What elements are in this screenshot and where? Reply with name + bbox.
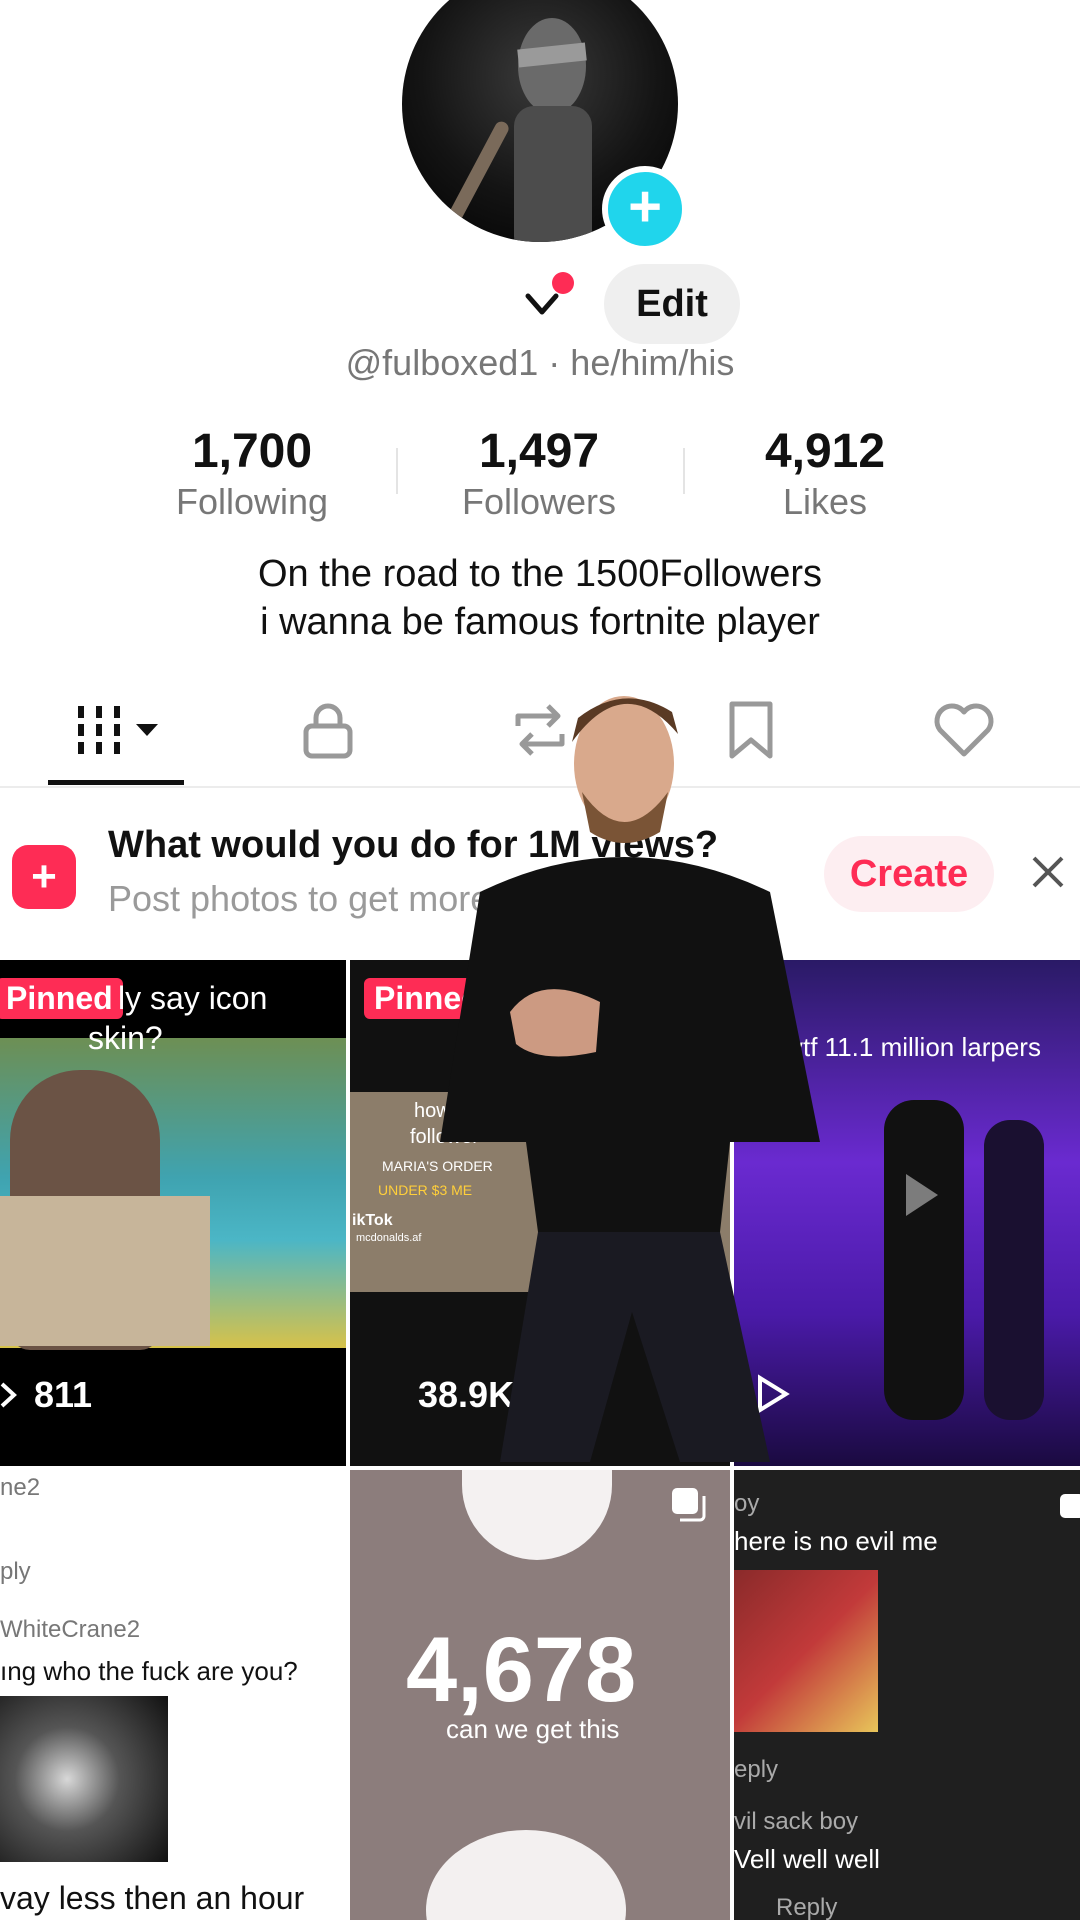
reply-link: Reply	[776, 1894, 838, 1920]
view-count: 811	[34, 1374, 93, 1415]
comment-text: here is no evil me	[734, 1526, 938, 1556]
reply-link: ply	[0, 1558, 31, 1585]
reply-link: eply	[734, 1756, 779, 1783]
comment-text: vay less then an hour	[0, 1880, 305, 1916]
comment-image	[734, 1570, 878, 1732]
multi-photo-icon	[1060, 1494, 1080, 1518]
username-pronouns: @fulboxed1 · he/him/his	[345, 342, 735, 383]
stat-divider	[683, 448, 685, 494]
bio-line: On the road to the 1500Followers	[257, 553, 822, 595]
stat-value: 4,912	[764, 425, 886, 478]
video-thumbnail-6[interactable]: oy here is no evil me eply vil sack boy …	[734, 1470, 1080, 1920]
grid-icon	[78, 706, 158, 754]
stat-label: Following	[175, 481, 329, 522]
profile-bio: On the road to the 1500Followers i wanna…	[0, 550, 1080, 646]
comment-text: ıng who the fuck are you?	[0, 1656, 298, 1686]
blob-shape	[426, 1830, 626, 1920]
comment-text: Vell well well	[734, 1844, 880, 1874]
active-tab-indicator	[48, 780, 184, 785]
comment-username: ne2	[0, 1474, 41, 1501]
close-icon[interactable]	[1026, 850, 1070, 894]
heart-icon	[934, 703, 994, 757]
thumbnail-person	[884, 1100, 964, 1420]
thumbnail-caption: can we get this	[446, 1714, 620, 1744]
stat-divider	[396, 448, 398, 494]
comment-image	[0, 1696, 168, 1862]
create-plus-icon: +	[12, 845, 76, 909]
video-thumbnail-4[interactable]: ne2 ply WhiteCrane2 ıng who the fuck are…	[0, 1470, 346, 1920]
stat-following[interactable]: 1,700 Following	[127, 424, 377, 524]
overlay-person-sticker	[440, 696, 820, 1462]
comment-username: oy	[734, 1490, 760, 1517]
stat-label: Likes	[782, 481, 868, 522]
stat-value: 1,497	[478, 425, 600, 478]
comment-username: WhiteCrane2	[0, 1616, 141, 1643]
stat-value: 1,700	[191, 425, 313, 478]
thumbnail-caption: ly say icon	[118, 980, 268, 1016]
play-icon	[0, 1382, 17, 1408]
thumbnail-caption: skin?	[88, 1020, 163, 1056]
stat-likes[interactable]: 4,912 Likes	[700, 424, 950, 524]
stat-label: Followers	[461, 481, 617, 522]
pinned-badge: Pinned	[0, 978, 123, 1019]
edit-profile-button[interactable]: Edit	[604, 264, 740, 344]
add-story-button[interactable]: +	[602, 166, 688, 252]
comment-username: vil sack boy	[734, 1808, 859, 1835]
play-icon	[906, 1174, 938, 1216]
like-count-overlay: 4,678	[406, 1619, 637, 1721]
tab-liked[interactable]	[932, 700, 1052, 760]
tab-videos[interactable]	[72, 700, 192, 760]
video-thumbnail-1[interactable]: Pinned ly say icon skin? 811	[0, 960, 346, 1466]
stat-followers[interactable]: 1,497 Followers	[414, 424, 664, 524]
bio-line: i wanna be famous fortnite player	[260, 601, 820, 643]
video-thumbnail-5[interactable]: 4,678 can we get this	[350, 1470, 730, 1920]
notification-dot	[552, 272, 574, 294]
